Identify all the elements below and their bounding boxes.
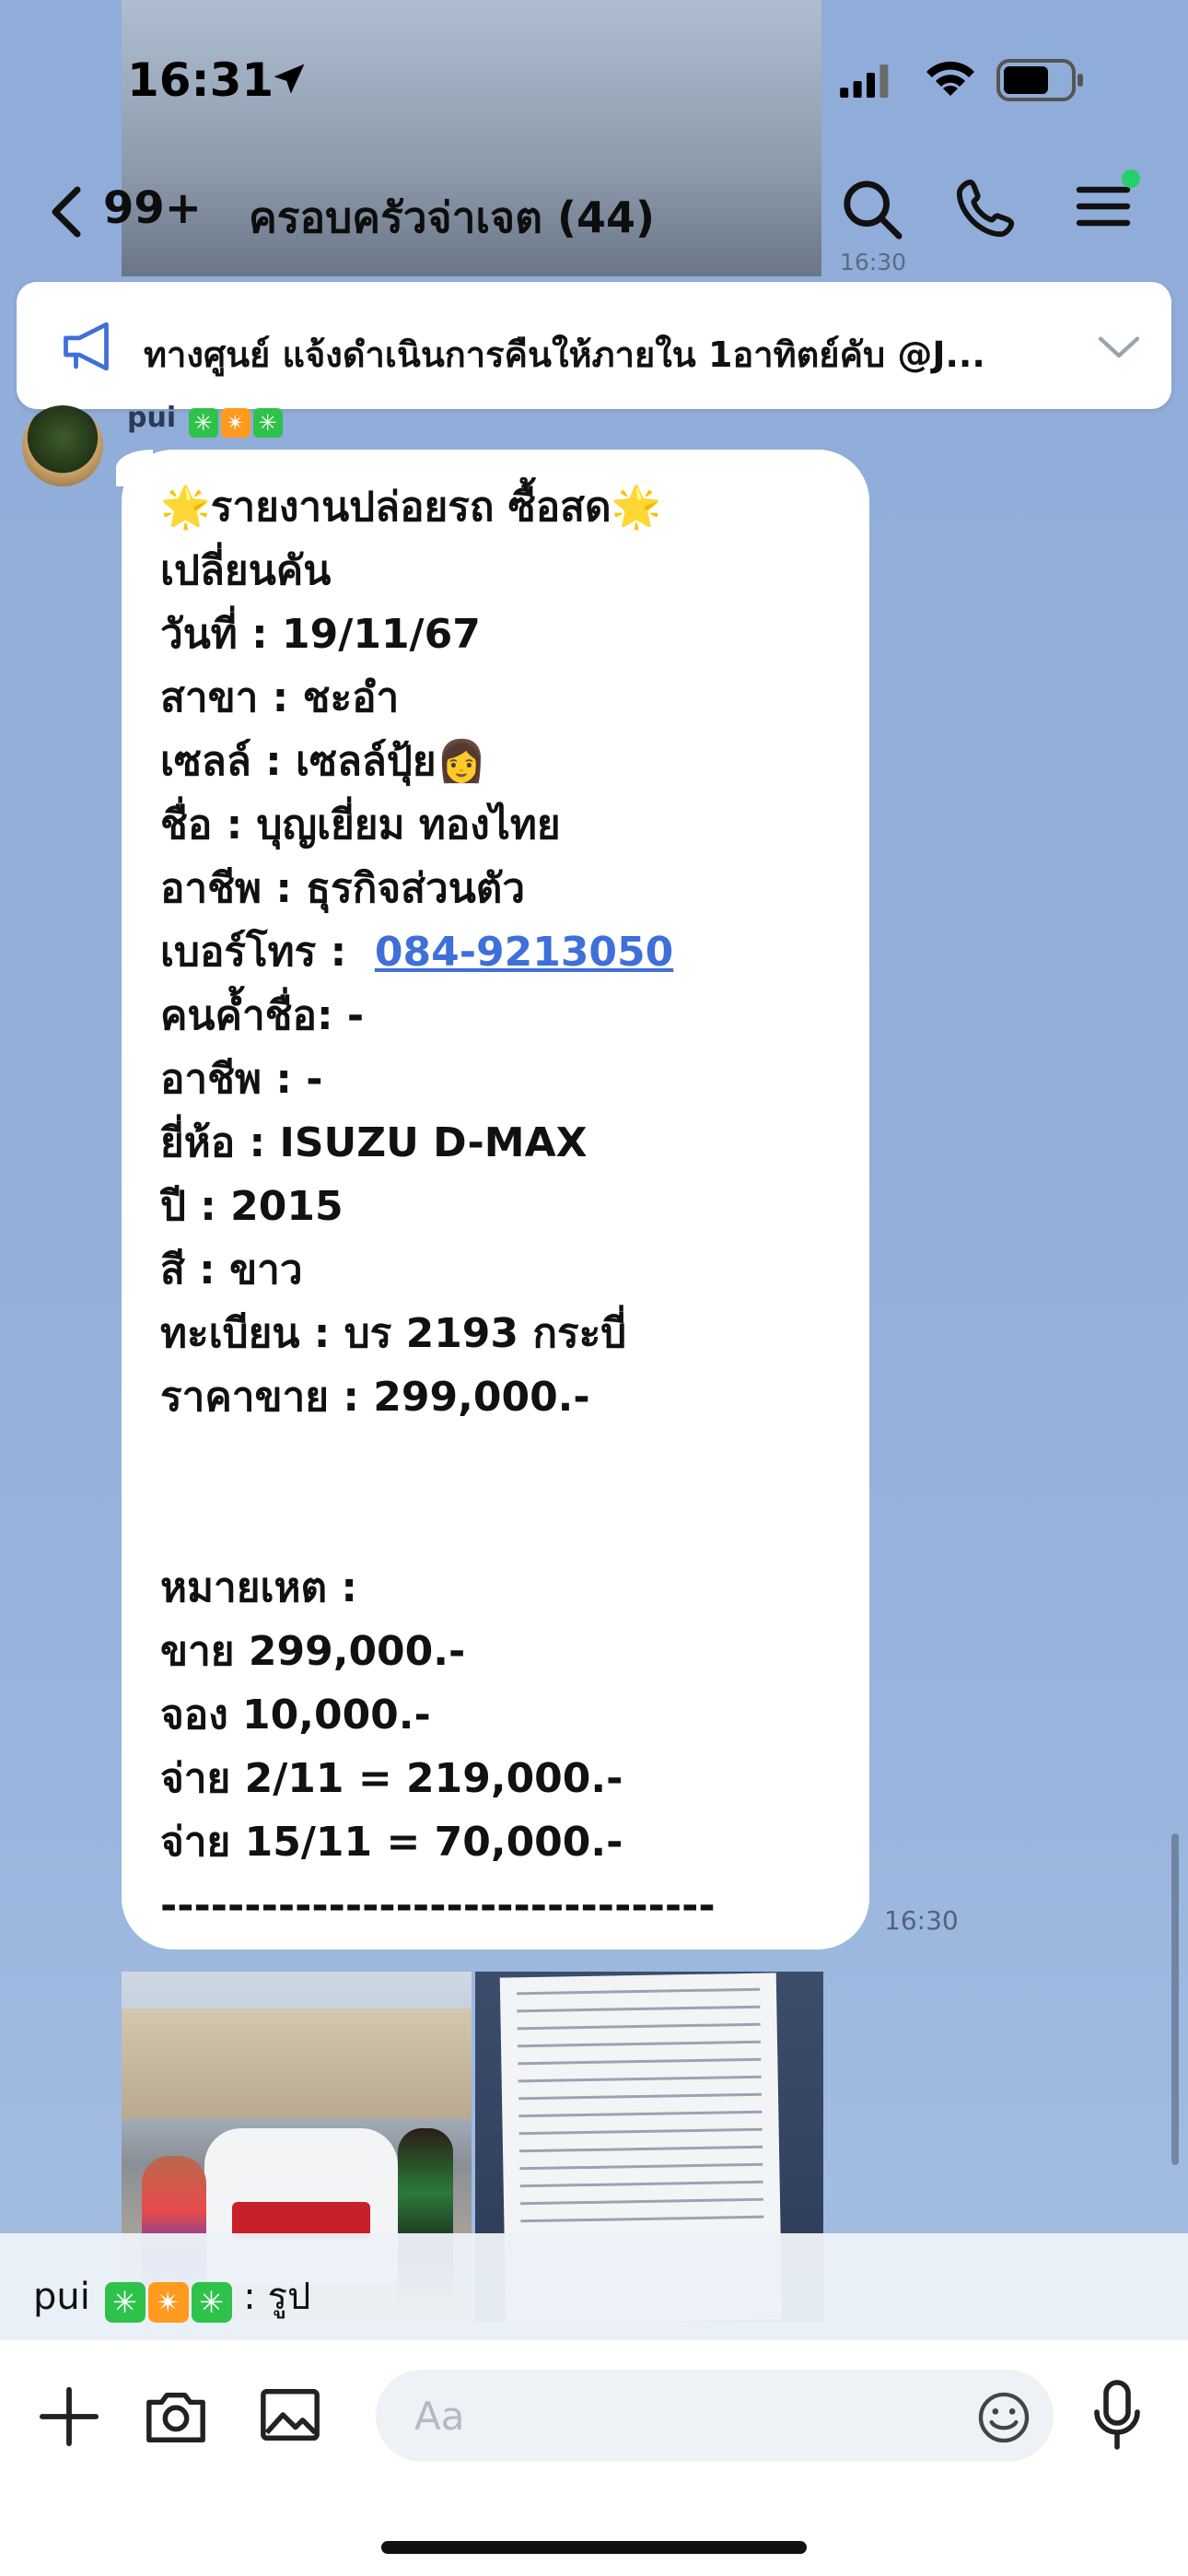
message-line: ทะเบียน : บร 2193 กระบี่ <box>160 1310 627 1357</box>
previous-message-time: 16:30 <box>840 249 907 275</box>
scrollbar[interactable] <box>1171 1833 1179 2165</box>
sender-name-text: pui <box>127 402 177 434</box>
sparkle-badge-icon: ✳ <box>188 408 218 438</box>
photo-house <box>122 2008 472 2119</box>
message-line: จอง 10,000.- <box>160 1692 431 1739</box>
message-line <box>160 1429 860 1493</box>
wifi-icon <box>926 61 974 96</box>
message-line: --------------------------------- <box>160 1882 716 1929</box>
location-arrow-icon <box>274 64 305 94</box>
message-line: ขาย 299,000.- <box>160 1628 466 1675</box>
announcement-text: ทางศูนย์ แจ้งดำเนินการคืนให้ภายใน 1อาทิต… <box>144 334 985 375</box>
preview-sender-name: pui <box>33 2276 90 2318</box>
microphone-icon[interactable] <box>1087 2379 1147 2453</box>
phone-number-link[interactable]: 084-9213050 <box>375 929 673 976</box>
sparkle-badge-icon: ✳ <box>252 408 283 438</box>
message-line: คนค้ำชื่อ: - <box>160 992 365 1039</box>
sender-avatar[interactable] <box>22 405 103 486</box>
battery-icon <box>996 59 1083 101</box>
star-badge-icon: ✴ <box>147 2282 189 2323</box>
status-clock: 16:31 <box>127 53 274 107</box>
sender-name: pui ✳ ✴ ✳ <box>127 402 283 438</box>
back-unread-count[interactable]: 99+ <box>103 182 202 234</box>
message-line: เซลล์ : เซลล์ปุ้ย👩 <box>160 738 487 785</box>
megaphone-icon <box>64 322 109 371</box>
phone-label: เบอร์โทร : <box>160 929 361 976</box>
preview-suffix: : รูป <box>243 2276 311 2318</box>
menu-notification-dot <box>1122 170 1140 188</box>
message-line: สี : ขาว <box>160 1247 303 1294</box>
menu-icon[interactable] <box>1068 168 1142 241</box>
message-line: อาชีพ : ธุรกิจส่วนตัว <box>160 865 526 912</box>
sparkle-badge-icon: ✳ <box>104 2282 146 2323</box>
cellular-signal-icon <box>840 64 889 98</box>
star-badge-icon: ✴ <box>220 408 250 438</box>
message-line: อาชีพ : - <box>160 1056 323 1103</box>
gallery-icon[interactable] <box>258 2383 322 2447</box>
status-bar: 16:31 <box>0 0 1188 157</box>
plus-icon[interactable] <box>37 2384 101 2449</box>
latest-message-text: pui ✳ ✴ ✳ : รูป <box>33 2266 310 2325</box>
message-input[interactable] <box>376 2370 1054 2462</box>
announcement-banner[interactable]: ทางศูนย์ แจ้งดำเนินการคืนให้ภายใน 1อาทิต… <box>17 282 1171 409</box>
message-bubble[interactable]: 🌟รายงานปล่อยรถ ซื้อสด🌟 เปลี่ยนคัน วันที่… <box>116 450 869 1950</box>
chat-title[interactable]: ครอบครัวจ่าเจต (44) <box>249 184 655 252</box>
message-line: จ่าย 2/11 = 219,000.- <box>160 1755 623 1802</box>
message-line: ยี่ห้อ : ISUZU D-MAX <box>160 1119 588 1166</box>
message-text: 🌟รายงานปล่อยรถ ซื้อสด🌟 เปลี่ยนคัน วันที่… <box>160 475 860 1938</box>
message-line: เปลี่ยนคัน <box>160 547 332 594</box>
message-line-phone: เบอร์โทร : 084-9213050 <box>160 920 860 984</box>
sparkle-badge-icon: ✳ <box>191 2282 232 2323</box>
camera-icon[interactable] <box>144 2384 208 2449</box>
search-icon[interactable] <box>840 177 904 241</box>
message-line: ชื่อ : บุญเยี่ยม ทองไทย <box>160 802 561 849</box>
emoji-icon[interactable] <box>976 2390 1031 2445</box>
latest-message-preview[interactable]: pui ✳ ✴ ✳ : รูป <box>0 2233 1188 2340</box>
message-line: 🌟รายงานปล่อยรถ ซื้อสด🌟 <box>160 484 662 531</box>
message-time: 16:30 <box>884 1905 959 1936</box>
chevron-down-icon[interactable] <box>1096 330 1142 363</box>
message-line: ปี : 2015 <box>160 1183 344 1230</box>
message-line: สาขา : ชะอำ <box>160 674 400 721</box>
phone-call-icon[interactable] <box>954 175 1019 240</box>
message-line: หมายเหต : <box>160 1564 358 1611</box>
back-chevron-icon[interactable] <box>48 184 85 240</box>
message-line: วันที่ : 19/11/67 <box>160 611 481 658</box>
message-line: จ่าย 15/11 = 70,000.- <box>160 1819 623 1866</box>
message-line <box>160 1493 860 1556</box>
home-indicator[interactable] <box>381 2541 807 2554</box>
message-line: ราคาขาย : 299,000.- <box>160 1374 590 1421</box>
